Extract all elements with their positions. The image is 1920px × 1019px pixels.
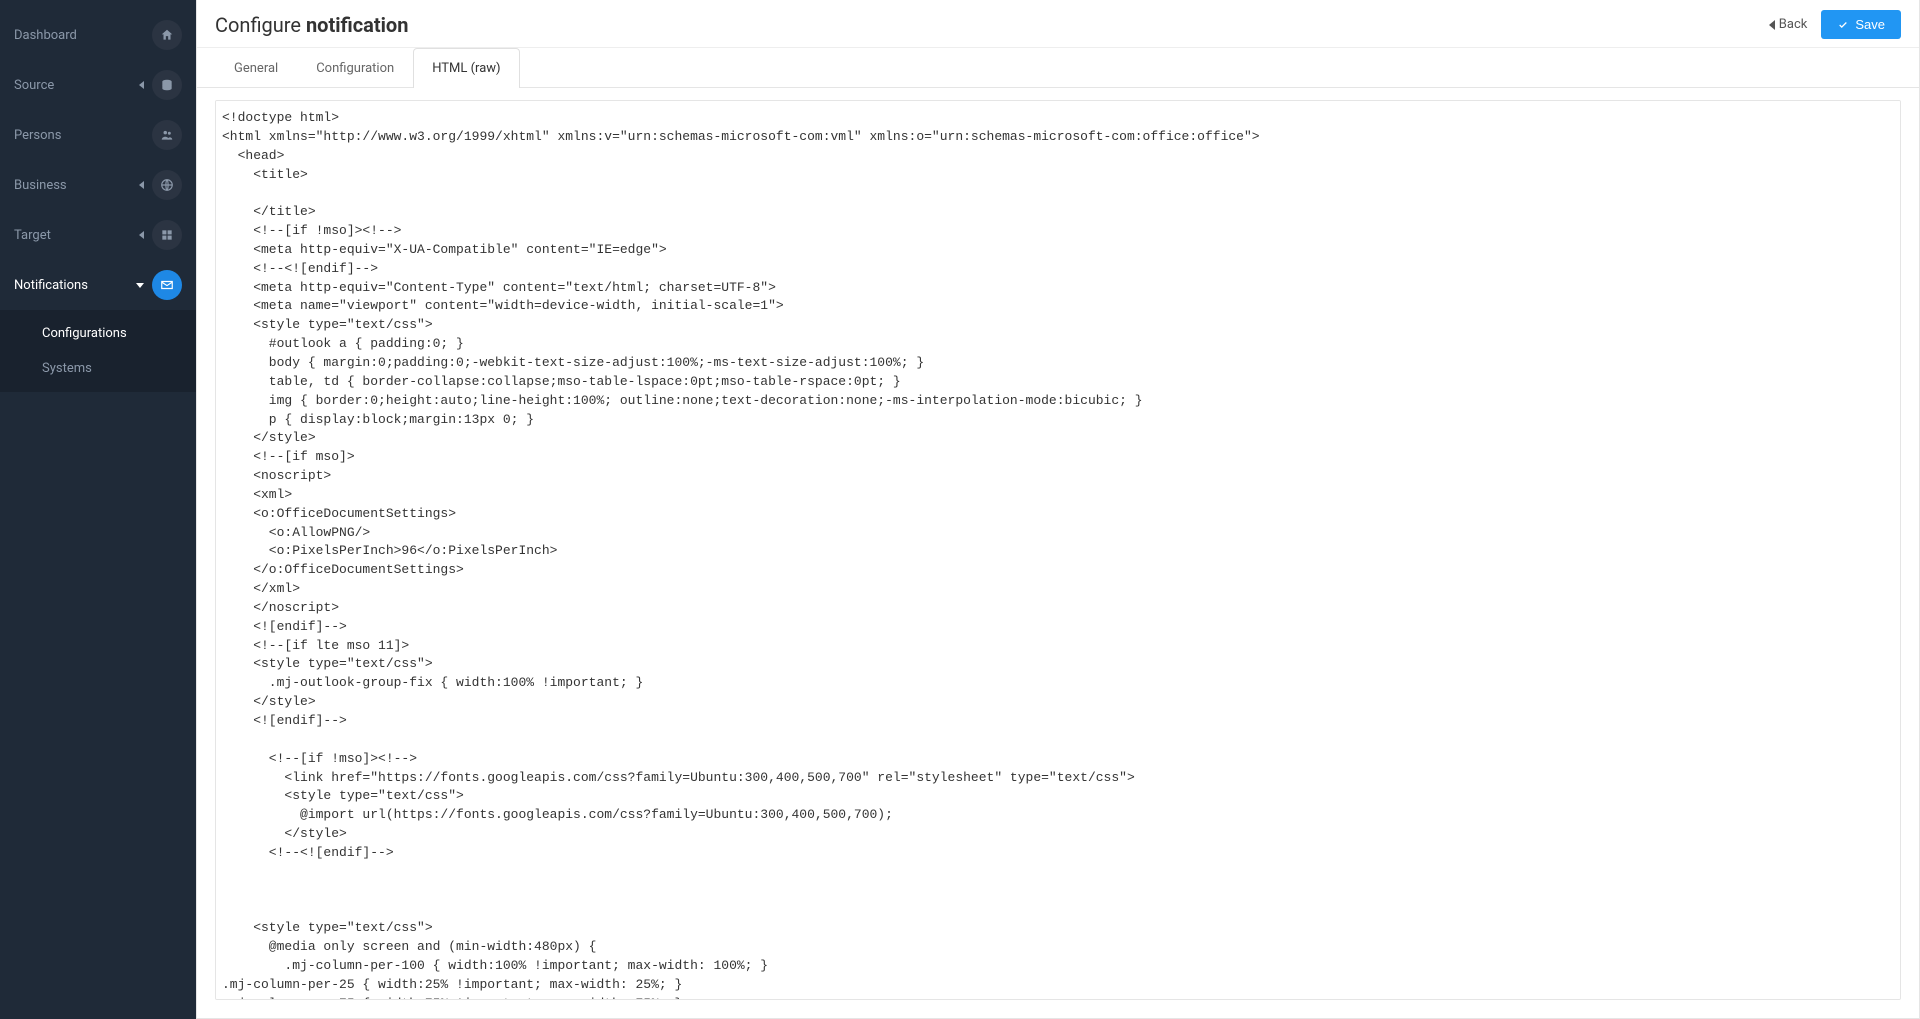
save-label: Save	[1855, 17, 1885, 32]
users-icon	[152, 120, 182, 150]
sidebar-item-label: Source	[14, 78, 54, 93]
grid-icon	[152, 220, 182, 250]
back-link[interactable]: Back	[1769, 17, 1808, 32]
chevron-left-icon	[139, 81, 144, 89]
page-title-prefix: Configure	[215, 13, 306, 37]
sidebar-item-target[interactable]: Target	[0, 210, 196, 260]
sidebar-subitem-label: Configurations	[42, 326, 127, 341]
sidebar-item-label: Persons	[14, 128, 61, 143]
sidebar-item-label: Dashboard	[14, 28, 77, 43]
tab-label: Configuration	[316, 61, 394, 76]
html-raw-editor[interactable]	[215, 100, 1901, 1000]
sidebar-subitem-systems[interactable]: Systems	[0, 351, 196, 386]
chevron-left-icon	[139, 231, 144, 239]
database-icon	[152, 70, 182, 100]
chevron-left-icon	[1769, 20, 1775, 30]
chevron-down-icon	[136, 283, 144, 288]
tabs: General Configuration HTML (raw)	[197, 48, 1919, 88]
sidebar: Dashboard Source Persons Business	[0, 0, 196, 1019]
tab-content	[197, 88, 1919, 1018]
home-icon	[152, 20, 182, 50]
chevron-left-icon	[139, 181, 144, 189]
sidebar-subnav: Configurations Systems	[0, 310, 196, 392]
tab-general[interactable]: General	[215, 48, 297, 88]
sidebar-item-label: Business	[14, 178, 67, 193]
page-header: Configure notification Back Save	[197, 0, 1919, 48]
page-title: Configure notification	[215, 13, 408, 37]
page-title-bold: notification	[306, 13, 408, 37]
tab-configuration[interactable]: Configuration	[297, 48, 413, 88]
sidebar-subitem-configurations[interactable]: Configurations	[0, 316, 196, 351]
sidebar-item-dashboard[interactable]: Dashboard	[0, 10, 196, 60]
tab-html-raw[interactable]: HTML (raw)	[413, 48, 519, 88]
sidebar-subitem-label: Systems	[42, 361, 92, 376]
tab-label: General	[234, 61, 278, 76]
check-icon	[1837, 20, 1849, 30]
sidebar-item-label: Target	[14, 228, 51, 243]
sidebar-item-persons[interactable]: Persons	[0, 110, 196, 160]
header-actions: Back Save	[1769, 10, 1901, 39]
globe-icon	[152, 170, 182, 200]
mail-icon	[152, 270, 182, 300]
sidebar-item-notifications[interactable]: Notifications	[0, 260, 196, 310]
back-label: Back	[1779, 17, 1808, 32]
save-button[interactable]: Save	[1821, 10, 1901, 39]
sidebar-item-business[interactable]: Business	[0, 160, 196, 210]
sidebar-item-source[interactable]: Source	[0, 60, 196, 110]
sidebar-item-label: Notifications	[14, 278, 88, 293]
main: Configure notification Back Save General…	[196, 0, 1920, 1019]
tab-label: HTML (raw)	[432, 61, 500, 76]
